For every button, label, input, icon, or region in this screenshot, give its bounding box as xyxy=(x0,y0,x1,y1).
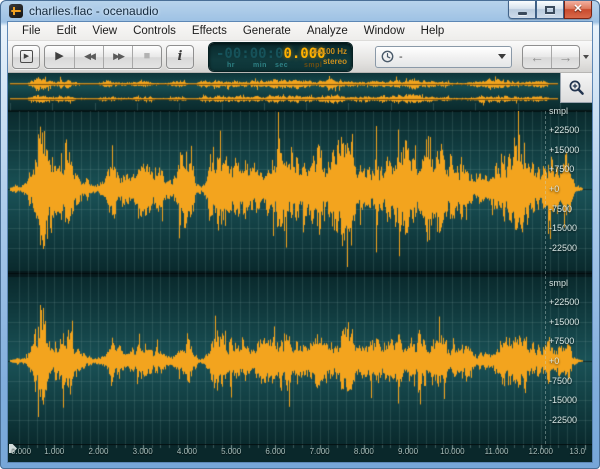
menu-item-edit[interactable]: Edit xyxy=(49,23,85,39)
arrow-left-icon: ← xyxy=(530,49,544,65)
minimize-icon xyxy=(518,12,527,15)
chevron-down-icon xyxy=(498,54,506,59)
nav-back-button[interactable]: ← xyxy=(523,46,551,68)
sample-rate-readout: 44100 Hz stereo xyxy=(313,47,347,67)
time-digits: -00:00:00.000 xyxy=(216,46,326,62)
channel-mode: stereo xyxy=(313,57,347,67)
nav-forward-button[interactable]: → xyxy=(551,46,579,68)
clock-icon xyxy=(381,50,394,63)
stop-icon: ■ xyxy=(144,51,151,62)
menu-item-analyze[interactable]: Analyze xyxy=(299,23,356,39)
toolbar: ▶ ▶ ◀◀ ▶▶ ■ i -00:00:00.000 hr min sec s… xyxy=(8,41,592,73)
app-icon xyxy=(9,4,23,18)
magnifier-icon xyxy=(568,79,585,96)
main-waveform[interactable] xyxy=(8,111,592,444)
maximize-button[interactable] xyxy=(536,1,564,19)
close-button[interactable]: ✕ xyxy=(564,1,592,19)
window-title: charlies.flac - ocenaudio xyxy=(29,4,158,18)
info-icon: i xyxy=(178,50,183,63)
window-controls: ✕ xyxy=(508,1,592,19)
time-preset-combobox[interactable]: - xyxy=(375,46,512,68)
waveform-editor: smpl+22500+15000+7500+0-7500-15000-22500… xyxy=(8,73,592,462)
navigation-group: ← → xyxy=(522,45,580,69)
time-unit-sec: sec xyxy=(275,62,288,69)
combobox-value: - xyxy=(399,51,498,63)
app-window: charlies.flac - ocenaudio ✕ FileEditView… xyxy=(0,0,600,469)
client-area: FileEditViewControlsEffectsGenerateAnaly… xyxy=(8,22,592,462)
menu-item-controls[interactable]: Controls xyxy=(125,23,184,39)
menu-item-help[interactable]: Help xyxy=(413,23,453,39)
maximize-icon xyxy=(545,6,555,14)
menu-item-generate[interactable]: Generate xyxy=(235,23,299,39)
time-display[interactable]: -00:00:00.000 hr min sec smpl 44100 Hz s… xyxy=(209,43,352,71)
menu-item-effects[interactable]: Effects xyxy=(184,23,235,39)
rewind-button[interactable]: ◀◀ xyxy=(74,46,103,68)
close-icon: ✕ xyxy=(573,4,582,15)
zoom-tool-button[interactable] xyxy=(560,73,592,103)
menu-item-window[interactable]: Window xyxy=(356,23,413,39)
time-unit-min: min xyxy=(253,62,267,69)
menu-item-file[interactable]: File xyxy=(14,23,49,39)
play-selection-button[interactable]: ▶ xyxy=(12,45,40,69)
overview-waveform[interactable] xyxy=(8,73,592,111)
transport-group: ▶ ◀◀ ▶▶ ■ xyxy=(44,45,162,69)
menubar: FileEditViewControlsEffectsGenerateAnaly… xyxy=(8,22,592,41)
sample-rate: 44100 Hz xyxy=(313,47,347,57)
play-selection-icon: ▶ xyxy=(20,50,33,63)
rewind-icon: ◀◀ xyxy=(84,52,94,61)
time-ruler[interactable] xyxy=(8,444,592,462)
play-icon: ▶ xyxy=(55,51,63,62)
fast-forward-icon: ▶▶ xyxy=(113,52,123,61)
stop-button[interactable]: ■ xyxy=(132,46,161,68)
play-button[interactable]: ▶ xyxy=(45,46,74,68)
fast-forward-button[interactable]: ▶▶ xyxy=(103,46,132,68)
titlebar[interactable]: charlies.flac - ocenaudio ✕ xyxy=(0,0,600,22)
time-dim-digits: -00:00:0 xyxy=(216,46,283,62)
menu-item-view[interactable]: View xyxy=(84,23,125,39)
minimize-button[interactable] xyxy=(508,1,536,19)
nav-dropdown-icon[interactable] xyxy=(583,55,589,59)
time-unit-hr: hr xyxy=(227,62,235,69)
info-button[interactable]: i xyxy=(166,45,194,69)
arrow-right-icon: → xyxy=(559,49,573,65)
